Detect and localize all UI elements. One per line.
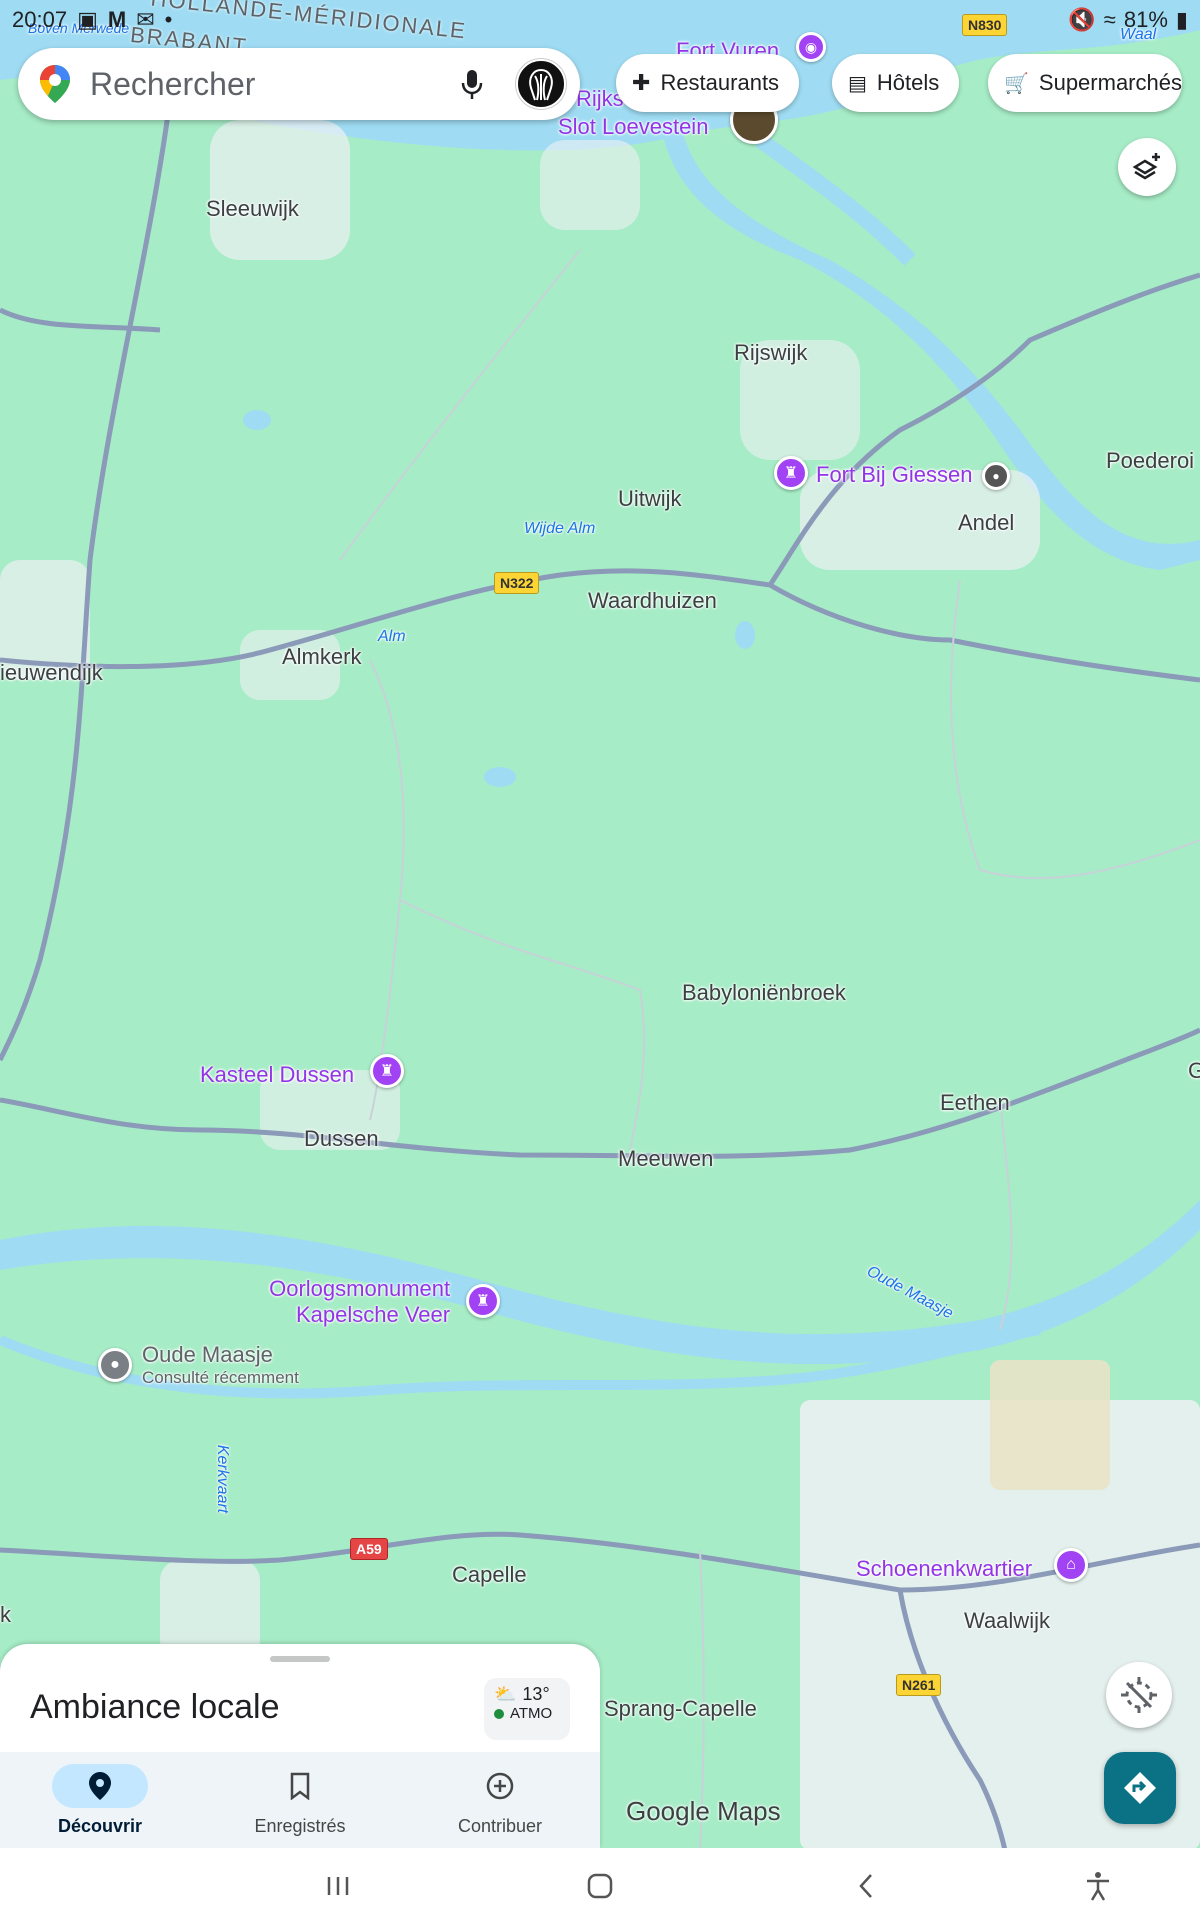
recent-place-subtitle: Consulté récemment (142, 1368, 299, 1387)
place-label-rijswijk[interactable]: Rijswijk (734, 340, 807, 366)
cart-icon: 🛒 (1004, 72, 1029, 95)
place-label-babylonienbroek[interactable]: Babyloniënbroek (682, 980, 846, 1006)
road-shield-n261: N261 (896, 1674, 942, 1696)
helmet-icon[interactable]: ● (982, 462, 1010, 490)
dot-icon: • (164, 7, 173, 32)
map-canvas[interactable]: HOLLANDE-MÉRIDIONALE BRABANT Boven Merwe… (0, 0, 1200, 1920)
mail-icon: ✉ (136, 7, 155, 32)
air-quality-dot-icon (494, 1708, 504, 1719)
chip-hotels[interactable]: ▤ Hôtels (832, 54, 960, 112)
microphone-icon[interactable] (450, 62, 494, 106)
poi-label-schoenenkwartier[interactable]: Schoenenkwartier (856, 1556, 1032, 1582)
search-bar[interactable]: Rechercher (18, 48, 580, 120)
battery-icon: ▮ (1175, 7, 1188, 32)
sheet-drag-handle[interactable] (270, 1656, 330, 1662)
poi-label-line1: Oorlogsmonument (269, 1276, 451, 1301)
place-label-waalwijk[interactable]: Waalwijk (964, 1608, 1050, 1634)
fork-knife-icon: ✚ (632, 70, 651, 95)
accessibility-icon[interactable] (1078, 1866, 1118, 1906)
add-circle-icon (452, 1764, 548, 1808)
castle-icon[interactable]: ♜ (774, 456, 808, 490)
chip-label: Supermarchés (1038, 70, 1182, 95)
google-maps-pin-icon (40, 65, 70, 103)
poi-label-line2: Kapelsche Veer (296, 1302, 451, 1327)
nav-label: Contribuer (457, 1815, 543, 1836)
place-label-edge-g[interactable]: G (1188, 1058, 1200, 1084)
place-label-almkerk[interactable]: Almkerk (282, 644, 361, 670)
recents-icon[interactable] (318, 1866, 358, 1906)
location-pin-icon (52, 1763, 148, 1808)
home-icon[interactable] (580, 1866, 620, 1906)
weather-badge[interactable]: ⛅ 13° ATMO (484, 1678, 570, 1740)
place-label-eethen[interactable]: Eethen (940, 1090, 1010, 1116)
poi-label-oude-maasje-recent[interactable]: Oude Maasje Consulté récemment (142, 1342, 299, 1388)
water-label-alm: Alm (378, 628, 406, 645)
image-icon: ▣ (77, 7, 98, 32)
place-label-nieuwendijk[interactable]: ieuwendijk (0, 660, 103, 686)
battery-percent: 81% (1123, 7, 1168, 32)
castle-icon[interactable]: ♜ (370, 1054, 404, 1088)
recent-place-name: Oude Maasje (142, 1342, 273, 1367)
back-icon[interactable] (846, 1866, 886, 1906)
place-label-dussen[interactable]: Dussen (304, 1126, 379, 1152)
poi-label-slot-loevestein[interactable]: Slot Loevestein (558, 114, 708, 140)
status-bar: 20:07 ▣ M ✉ • 🔇 ≈ 81% ▮ (0, 0, 1200, 40)
poi-label-kasteel-dussen[interactable]: Kasteel Dussen (200, 1062, 354, 1088)
road-shield-a59: A59 (350, 1538, 388, 1560)
chip-label: Restaurants (660, 70, 780, 95)
museum-icon[interactable]: ⌂ (1054, 1548, 1088, 1582)
recent-place-pin-icon[interactable]: ● (98, 1348, 132, 1382)
nav-label: Découvrir (57, 1815, 143, 1836)
place-label-uitwijk[interactable]: Uitwijk (618, 486, 682, 512)
status-time: 20:07 (12, 7, 68, 32)
nav-saved[interactable]: Enregistrés (200, 1752, 400, 1848)
nav-contribute[interactable]: Contribuer (400, 1752, 600, 1848)
avatar[interactable] (516, 59, 566, 109)
place-label-capelle[interactable]: Capelle (452, 1562, 527, 1588)
air-quality-label: ATMO (510, 1705, 553, 1722)
directions-button[interactable] (1104, 1752, 1176, 1824)
monument-icon[interactable]: ♜ (466, 1284, 500, 1318)
bottom-sheet[interactable]: Ambiance locale ⛅ 13° ATMO Découvrir Enr… (0, 1644, 600, 1848)
weather-temp: 13° (522, 1684, 550, 1704)
my-location-button[interactable] (1106, 1662, 1172, 1728)
search-input[interactable]: Rechercher (90, 66, 450, 103)
road-shield-n322: N322 (494, 572, 540, 594)
chip-supermarkets[interactable]: 🛒 Supermarchés (988, 54, 1182, 112)
bottom-nav: Découvrir Enregistrés Contribuer (0, 1752, 600, 1848)
poi-label-oorlogsmonument[interactable]: Oorlogsmonument Kapelsche Veer (262, 1276, 450, 1328)
place-label-edge-k[interactable]: k (0, 1602, 11, 1628)
location-off-icon (1121, 1677, 1157, 1713)
canal-label-kerkvaart: Kerkvaart (214, 1444, 232, 1514)
partly-cloudy-icon: ⛅ (494, 1684, 517, 1704)
place-label-poederoijen[interactable]: Poederoi (1106, 448, 1194, 474)
place-label-waardhuizen[interactable]: Waardhuizen (588, 588, 717, 614)
gmail-icon: M (107, 7, 127, 32)
layers-button[interactable] (1118, 138, 1176, 196)
place-label-andel[interactable]: Andel (958, 510, 1014, 536)
bed-icon: ▤ (848, 72, 867, 95)
wifi-icon: ≈ (1103, 7, 1116, 32)
chip-restaurants[interactable]: ✚ Restaurants (616, 54, 800, 112)
place-label-meeuwen[interactable]: Meeuwen (618, 1146, 713, 1172)
directions-icon (1124, 1772, 1156, 1804)
nav-explore[interactable]: Découvrir (0, 1752, 200, 1848)
layers-icon (1132, 153, 1160, 180)
water-label-wijde-alm: Wijde Alm (524, 520, 596, 537)
chip-label: Hôtels (876, 70, 940, 95)
mute-icon: 🔇 (1068, 7, 1096, 32)
system-nav-bar (0, 1848, 1200, 1920)
nav-label: Enregistrés (254, 1815, 346, 1836)
place-label-sleeuwijk[interactable]: Sleeuwijk (206, 196, 299, 222)
google-maps-logo: Google Maps (626, 1796, 781, 1826)
sheet-title: Ambiance locale (30, 1688, 280, 1726)
poi-label-fort-bij-giessen[interactable]: Fort Bij Giessen (816, 462, 973, 488)
place-label-sprang-capelle[interactable]: Sprang-Capelle (604, 1696, 757, 1722)
bookmark-icon (252, 1764, 348, 1808)
